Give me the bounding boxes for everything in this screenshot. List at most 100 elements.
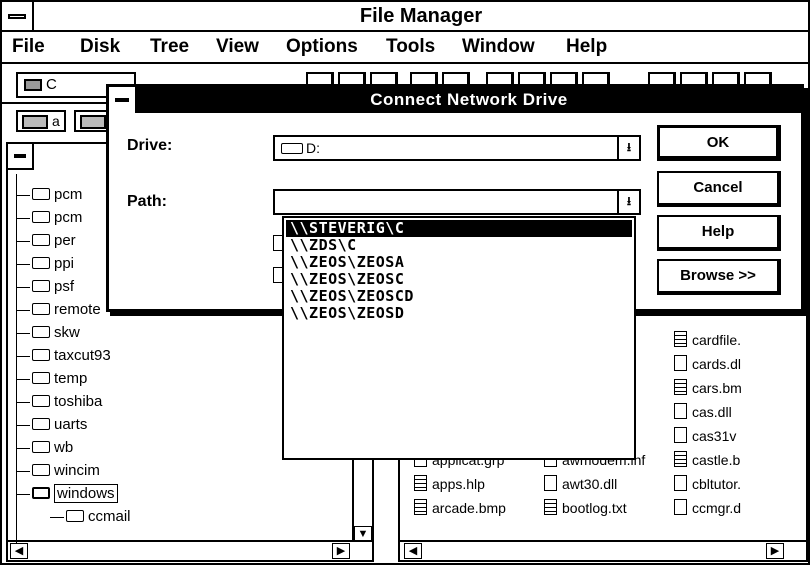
files-horizontal-scrollbar[interactable]: ◀ ▶	[400, 540, 806, 560]
scroll-right-arrow-icon[interactable]: ▶	[332, 543, 350, 559]
folder-icon	[32, 349, 50, 362]
tree-item[interactable]: taxcut93	[16, 345, 111, 367]
folder-icon	[66, 510, 84, 523]
menu-view[interactable]: View	[216, 36, 259, 58]
file-item[interactable]: cas31v	[674, 426, 736, 446]
tree-item-selected[interactable]: windows	[16, 483, 118, 505]
file-item[interactable]: cbltutor.	[674, 474, 741, 494]
menu-disk[interactable]: Disk	[80, 36, 120, 58]
tree-item[interactable]: skw	[16, 322, 80, 344]
folder-icon	[32, 441, 50, 454]
tree-item[interactable]: ppi	[16, 253, 74, 275]
file-name: apps.hlp	[432, 476, 485, 492]
tree-item[interactable]: per	[16, 230, 76, 252]
menu-file[interactable]: File	[12, 36, 45, 58]
menu-window[interactable]: Window	[462, 36, 535, 58]
drive-a-button[interactable]: a	[16, 110, 66, 132]
file-item[interactable]: castle.b	[674, 450, 740, 470]
pane-system-menu-icon[interactable]	[8, 144, 34, 170]
tree-item-label: uarts	[54, 416, 88, 433]
menu-options[interactable]: Options	[286, 36, 358, 58]
file-item[interactable]: bootlog.txt	[544, 498, 627, 518]
text-file-icon	[414, 499, 427, 516]
title-bar: File Manager	[2, 2, 808, 32]
file-name: cbltutor.	[692, 476, 742, 492]
tree-item[interactable]: remote	[16, 299, 101, 321]
dropdown-arrow-icon[interactable]: ⭳	[617, 191, 639, 213]
file-item[interactable]: cards.dl	[674, 354, 741, 374]
text-file-icon	[674, 451, 687, 468]
tree-item-label: ppi	[54, 255, 75, 272]
tree-item[interactable]: psf	[16, 276, 74, 298]
path-option[interactable]: \\ZEOS\ZEOSD	[286, 305, 632, 322]
file-name: arcade.bmp	[432, 500, 506, 516]
ok-button[interactable]: OK	[657, 125, 781, 161]
text-file-icon	[674, 379, 687, 396]
folder-icon	[32, 372, 50, 385]
menu-bar: File Disk Tree View Options Tools Window…	[2, 32, 808, 64]
dialog-title-bar: Connect Network Drive	[109, 87, 801, 113]
tree-item-label: remote	[54, 301, 101, 318]
floppy-drive-icon	[22, 115, 48, 130]
help-button[interactable]: Help	[657, 215, 781, 251]
path-combo[interactable]: ⭳	[273, 189, 641, 215]
file-name: awt30.dll	[562, 476, 618, 492]
tree-horizontal-scrollbar[interactable]: ◀ ▶	[8, 540, 372, 560]
file-item[interactable]: awt30.dll	[544, 474, 617, 494]
drive-combo-value: D:	[306, 140, 320, 156]
file-name: bootlog.txt	[562, 500, 627, 516]
dialog-system-menu-icon[interactable]	[109, 87, 137, 113]
drive-b-button[interactable]	[74, 110, 108, 132]
folder-icon	[32, 257, 50, 270]
menu-help[interactable]: Help	[566, 36, 607, 58]
dropdown-arrow-icon[interactable]: ⭳	[617, 137, 639, 159]
path-option[interactable]: \\ZEOS\ZEOSC	[286, 271, 632, 288]
path-label: Path:	[127, 193, 167, 210]
menu-tools[interactable]: Tools	[386, 36, 435, 58]
path-option[interactable]: \\ZEOS\ZEOSCD	[286, 288, 632, 305]
tree-item[interactable]: wincim	[16, 460, 100, 482]
file-icon	[674, 355, 687, 372]
file-name: castle.b	[692, 452, 741, 468]
tree-item[interactable]: toshiba	[16, 391, 102, 413]
folder-icon	[32, 211, 50, 224]
scroll-right-arrow-icon[interactable]: ▶	[766, 543, 784, 559]
file-item[interactable]: cas.dll	[674, 402, 732, 422]
hard-drive-icon	[24, 79, 42, 92]
scroll-left-arrow-icon[interactable]: ◀	[404, 543, 422, 559]
window-title: File Manager	[359, 5, 483, 27]
scroll-left-arrow-icon[interactable]: ◀	[10, 543, 28, 559]
folder-icon	[32, 395, 50, 408]
path-option[interactable]: \\ZDS\C	[286, 237, 632, 254]
file-item[interactable]: ccmgr.d	[674, 498, 741, 518]
file-item[interactable]: cars.bm	[674, 378, 742, 398]
file-name: cas.dll	[692, 404, 732, 420]
tree-item[interactable]: wb	[16, 437, 73, 459]
tree-item-label: toshiba	[54, 393, 103, 410]
floppy-drive-icon	[80, 115, 106, 130]
tree-item[interactable]: ccmail	[50, 506, 131, 528]
browse-button[interactable]: Browse >>	[657, 259, 781, 295]
tree-item[interactable]: pcm	[16, 207, 82, 229]
file-icon	[674, 499, 687, 516]
menu-tree[interactable]: Tree	[150, 36, 189, 58]
open-folder-icon	[32, 487, 50, 500]
system-menu-icon[interactable]	[2, 2, 34, 30]
tree-item-label: ccmail	[88, 508, 131, 525]
path-option-selected[interactable]: \\STEVERIG\C	[286, 220, 632, 237]
file-item[interactable]: cardfile.	[674, 330, 741, 350]
file-item[interactable]: arcade.bmp	[414, 498, 506, 518]
folder-icon	[32, 234, 50, 247]
folder-icon	[32, 188, 50, 201]
path-option[interactable]: \\ZEOS\ZEOSA	[286, 254, 632, 271]
tree-item[interactable]: uarts	[16, 414, 87, 436]
tree-item[interactable]: pcm	[16, 184, 82, 206]
drive-combo[interactable]: D: ⭳	[273, 135, 641, 161]
cancel-button[interactable]: Cancel	[657, 171, 781, 207]
folder-icon	[32, 464, 50, 477]
tree-item-label: wincim	[54, 462, 100, 479]
tree-item[interactable]: temp	[16, 368, 87, 390]
file-icon	[674, 475, 687, 492]
network-drive-icon	[281, 142, 303, 154]
file-item[interactable]: apps.hlp	[414, 474, 485, 494]
